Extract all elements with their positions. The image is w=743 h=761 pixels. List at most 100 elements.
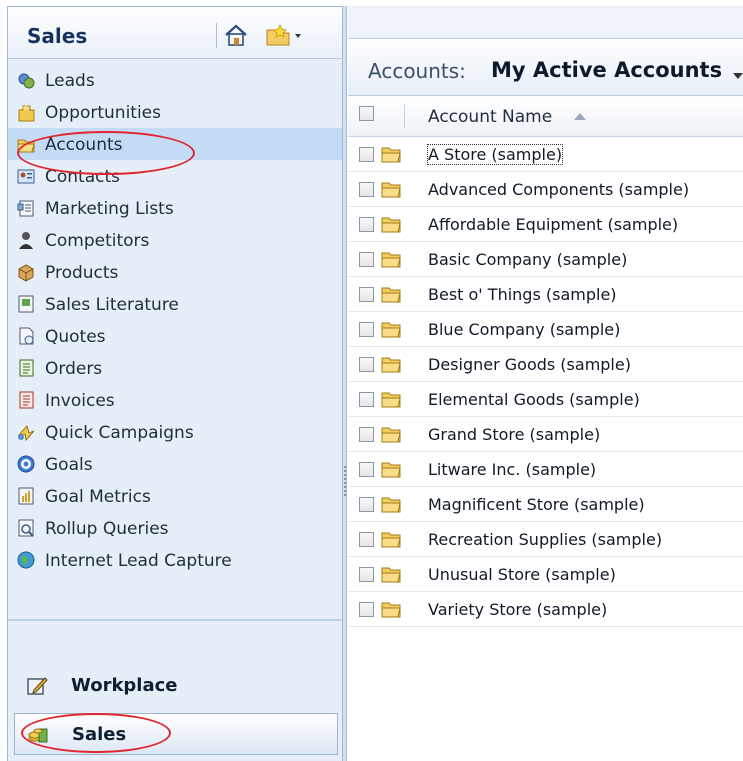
sidebar-item-products[interactable]: Products — [8, 256, 342, 288]
pane-splitter[interactable] — [343, 6, 347, 761]
account-name-link[interactable]: Litware Inc. (sample) — [428, 460, 596, 479]
account-record-icon — [381, 532, 401, 548]
row-checkbox[interactable] — [359, 357, 374, 372]
account-name-link[interactable]: Blue Company (sample) — [428, 320, 620, 339]
row-checkbox[interactable] — [359, 532, 374, 547]
table-row[interactable]: Unusual Store (sample) — [348, 557, 743, 592]
sidebar-item-label: Competitors — [45, 231, 150, 251]
select-all-checkbox[interactable] — [359, 106, 374, 121]
row-checkbox[interactable] — [359, 462, 374, 477]
account-name-link[interactable]: Variety Store (sample) — [428, 600, 607, 619]
account-name-link[interactable]: Unusual Store (sample) — [428, 565, 616, 584]
table-row[interactable]: Magnificent Store (sample) — [348, 487, 743, 522]
table-row[interactable]: Advanced Components (sample) — [348, 172, 743, 207]
sidebar-item-competitors[interactable]: Competitors — [8, 224, 342, 256]
sidebar-item-orders[interactable]: Orders — [8, 352, 342, 384]
sidebar-item-label: Accounts — [45, 135, 123, 155]
table-row[interactable]: Variety Store (sample) — [348, 592, 743, 627]
account-name-link[interactable]: Advanced Components (sample) — [428, 180, 689, 199]
home-button[interactable] — [222, 21, 250, 49]
row-checkbox[interactable] — [359, 427, 374, 442]
view-entity-label: Accounts: — [368, 59, 466, 83]
row-checkbox[interactable] — [359, 392, 374, 407]
sidebar-item-quick-campaigns[interactable]: Quick Campaigns — [8, 416, 342, 448]
table-row[interactable]: Blue Company (sample) — [348, 312, 743, 347]
row-checkbox[interactable] — [359, 252, 374, 267]
chevron-down-icon[interactable] — [733, 73, 743, 79]
row-checkbox[interactable] — [359, 497, 374, 512]
nav-divider — [8, 619, 342, 621]
sidebar-item-label: Sales Literature — [45, 295, 179, 315]
view-name-selector[interactable]: My Active Accounts — [491, 58, 722, 82]
table-row[interactable]: Best o' Things (sample) — [348, 277, 743, 312]
goal-target-icon — [17, 455, 35, 473]
sidebar-item-label: Quick Campaigns — [45, 423, 194, 443]
new-record-button[interactable] — [264, 21, 304, 49]
sidebar-item-opportunities[interactable]: Opportunities — [8, 96, 342, 128]
sidebar-item-invoices[interactable]: Invoices — [8, 384, 342, 416]
row-checkbox[interactable] — [359, 322, 374, 337]
sidebar-item-goals[interactable]: Goals — [8, 448, 342, 480]
sidebar-item-contacts[interactable]: Contacts — [8, 160, 342, 192]
account-name-link[interactable]: Affordable Equipment (sample) — [428, 215, 678, 234]
new-record-folder-icon — [266, 24, 301, 46]
account-record-icon — [381, 602, 401, 618]
sidebar-item-rollup-queries[interactable]: Rollup Queries — [8, 512, 342, 544]
account-record-icon — [381, 252, 401, 268]
sidebar-item-goal-metrics[interactable]: Goal Metrics — [8, 480, 342, 512]
table-row[interactable]: Affordable Equipment (sample) — [348, 207, 743, 242]
workarea-label: Sales — [72, 724, 127, 745]
row-checkbox[interactable] — [359, 602, 374, 617]
account-record-icon — [381, 392, 401, 408]
grid-header-row: Account Name — [348, 96, 743, 137]
account-name-link[interactable]: Magnificent Store (sample) — [428, 495, 645, 514]
splitter-grip-icon[interactable] — [344, 466, 346, 498]
workplace-icon — [27, 677, 48, 695]
account-name-link[interactable]: Grand Store (sample) — [428, 425, 600, 444]
account-name-link[interactable]: Basic Company (sample) — [428, 250, 627, 269]
row-checkbox[interactable] — [359, 567, 374, 582]
account-record-icon — [381, 322, 401, 338]
home-icon — [225, 24, 247, 46]
row-checkbox[interactable] — [359, 182, 374, 197]
sidebar-item-label: Marketing Lists — [45, 199, 174, 219]
sidebar-item-label: Products — [45, 263, 119, 283]
nav-item-list: Leads Opportunities Accounts Contacts Market… — [8, 64, 342, 576]
table-row[interactable]: Recreation Supplies (sample) — [348, 522, 743, 557]
sidebar-item-label: Invoices — [45, 391, 115, 411]
row-checkbox[interactable] — [359, 287, 374, 302]
account-name-link[interactable]: Elemental Goods (sample) — [428, 390, 640, 409]
row-checkbox[interactable] — [359, 147, 374, 162]
table-row[interactable]: A Store (sample) — [348, 137, 743, 172]
table-row[interactable]: Litware Inc. (sample) — [348, 452, 743, 487]
account-name-link[interactable]: Best o' Things (sample) — [428, 285, 617, 304]
account-name-link[interactable]: Designer Goods (sample) — [428, 355, 631, 374]
table-row[interactable]: Designer Goods (sample) — [348, 347, 743, 382]
left-navigation-pane: Sales Leads Opportunities Accounts Contacts… — [7, 6, 343, 761]
grid-rows: A Store (sample) Advanced Components (sam… — [348, 137, 743, 627]
sidebar-item-leads[interactable]: Leads — [8, 64, 342, 96]
leads-icon — [18, 73, 35, 89]
table-row[interactable]: Elemental Goods (sample) — [348, 382, 743, 417]
workarea-workplace-button[interactable]: Workplace — [14, 665, 338, 707]
account-record-icon — [381, 497, 401, 513]
top-strip — [348, 6, 743, 38]
sidebar-item-quotes[interactable]: Quotes — [8, 320, 342, 352]
competitor-person-icon — [19, 232, 33, 249]
sidebar-item-marketing-lists[interactable]: Marketing Lists — [8, 192, 342, 224]
sidebar-item-internet-lead-capture[interactable]: Internet Lead Capture — [8, 544, 342, 576]
account-name-link[interactable]: Recreation Supplies (sample) — [428, 530, 662, 549]
view-selector-bar: Accounts: My Active Accounts — [348, 38, 743, 96]
column-header-account-name[interactable]: Account Name — [428, 107, 552, 127]
account-name-link[interactable]: A Store (sample) — [426, 144, 564, 165]
workarea-sales-button[interactable]: Sales — [14, 713, 338, 755]
sidebar-item-label: Goals — [45, 455, 93, 475]
row-checkbox[interactable] — [359, 217, 374, 232]
sidebar-item-sales-literature[interactable]: Sales Literature — [8, 288, 342, 320]
table-row[interactable]: Basic Company (sample) — [348, 242, 743, 277]
sidebar-item-accounts[interactable]: Accounts — [8, 128, 342, 160]
sidebar-item-label: Orders — [45, 359, 103, 379]
table-row[interactable]: Grand Store (sample) — [348, 417, 743, 452]
header-separator — [216, 23, 217, 48]
accounts-folder-icon — [17, 139, 35, 153]
